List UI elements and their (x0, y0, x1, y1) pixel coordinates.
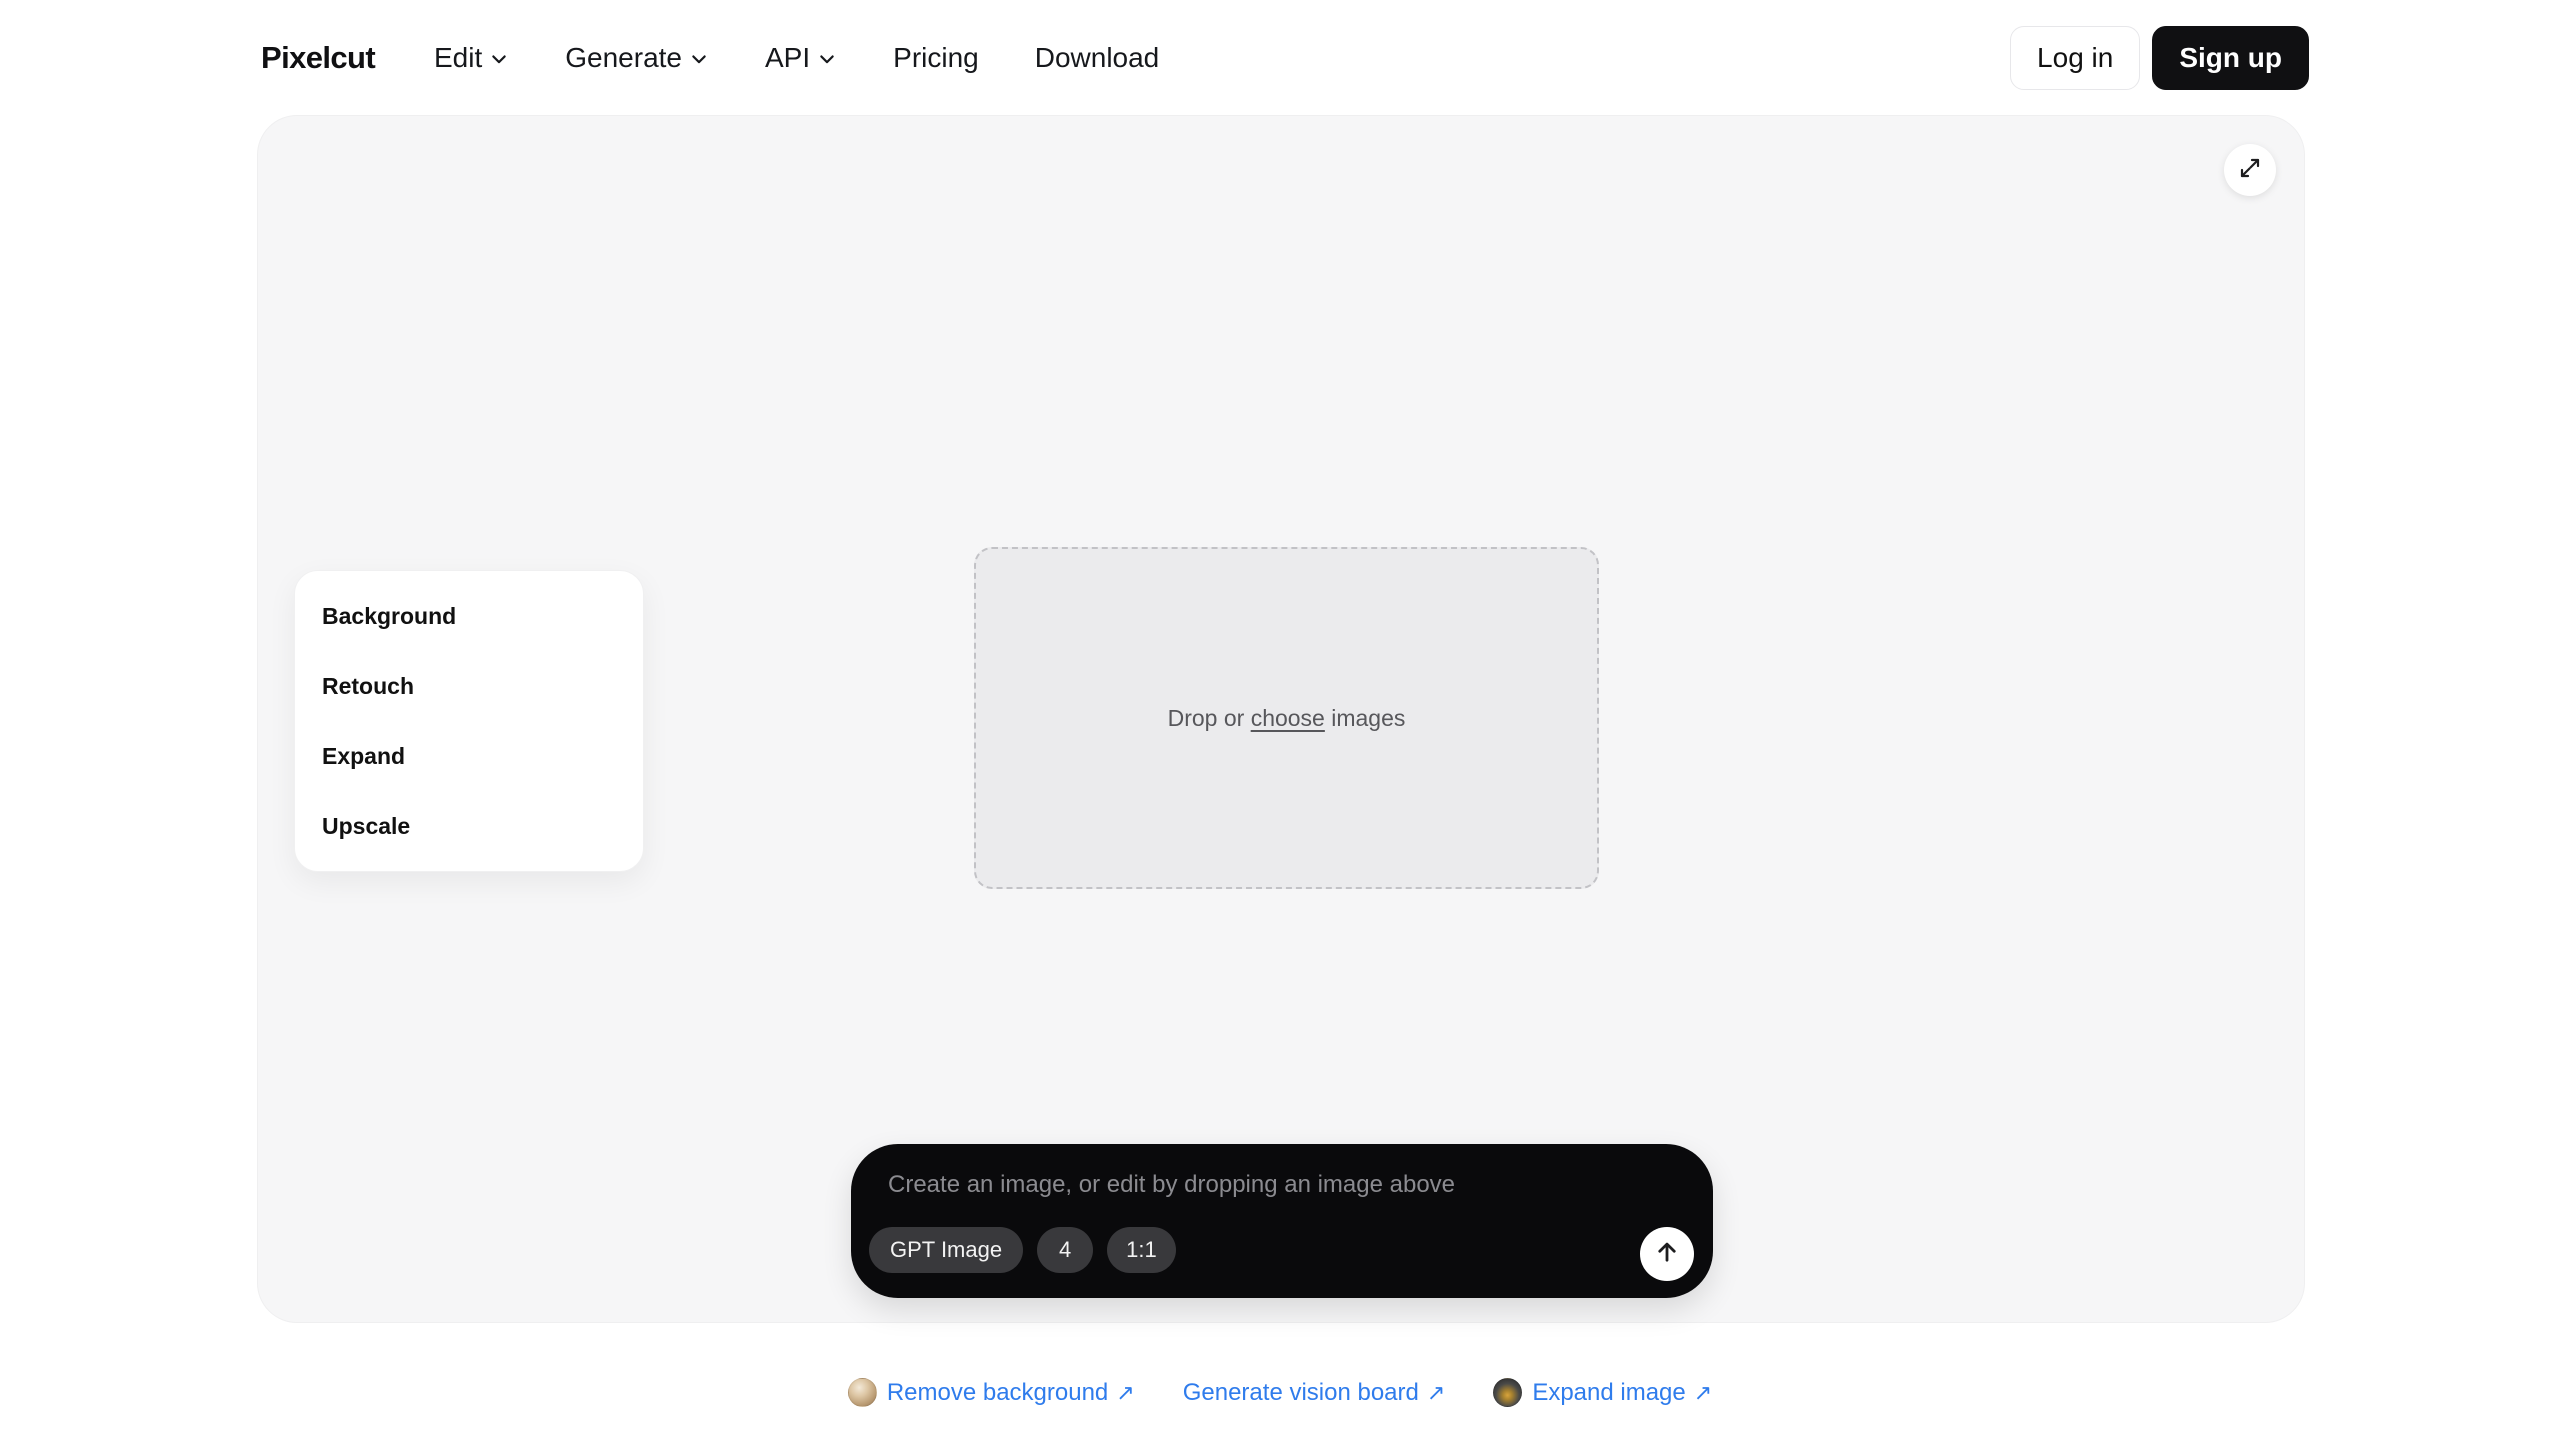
expand-image-link[interactable]: Expand image ↗ (1493, 1378, 1712, 1407)
nav-item-api[interactable]: API (765, 42, 837, 74)
dropzone-text: Drop or choose images (1168, 705, 1406, 732)
submit-prompt-button[interactable] (1640, 1227, 1694, 1281)
aspect-ratio-pill[interactable]: 1:1 (1107, 1227, 1176, 1273)
brand-logo[interactable]: Pixelcut (261, 0, 375, 115)
login-button[interactable]: Log in (2010, 26, 2140, 90)
external-link-arrow-icon: ↗ (1427, 1380, 1445, 1406)
dropzone-suffix: images (1325, 705, 1406, 731)
model-pill[interactable]: GPT Image (869, 1227, 1023, 1273)
editor-canvas: Background Retouch Expand Upscale Drop o… (257, 115, 2305, 1323)
tool-item-expand[interactable]: Expand (295, 721, 643, 791)
nav-item-label: Download (1035, 42, 1160, 74)
remove-background-link[interactable]: Remove background ↗ (848, 1378, 1135, 1407)
pixelcut-home: Pixelcut Edit Generate API (0, 0, 2560, 1440)
remove-background-thumbnail (848, 1378, 877, 1407)
prompt-input[interactable]: Create an image, or edit by dropping an … (888, 1171, 1455, 1199)
main-nav: Edit Generate API Pricing (434, 0, 1159, 115)
signup-button[interactable]: Sign up (2152, 26, 2309, 90)
fullscreen-button[interactable] (2224, 144, 2276, 196)
chevron-down-icon (817, 46, 837, 69)
chevron-down-icon (489, 46, 509, 69)
nav-item-label: Pricing (893, 42, 979, 74)
auth-buttons: Log in Sign up (2010, 0, 2309, 115)
choose-images-link[interactable]: choose (1251, 705, 1325, 731)
nav-item-pricing[interactable]: Pricing (893, 42, 979, 74)
nav-item-label: Edit (434, 42, 482, 74)
nav-item-edit[interactable]: Edit (434, 42, 509, 74)
header: Pixelcut Edit Generate API (0, 0, 2560, 115)
expand-image-thumbnail (1493, 1378, 1522, 1407)
dropzone-prefix: Drop or (1168, 705, 1251, 731)
nav-item-label: Generate (565, 42, 682, 74)
external-link-arrow-icon: ↗ (1694, 1380, 1712, 1406)
chevron-down-icon (689, 46, 709, 69)
nav-item-generate[interactable]: Generate (565, 42, 709, 74)
expand-icon (2238, 156, 2262, 185)
tool-item-upscale[interactable]: Upscale (295, 791, 643, 861)
nav-item-download[interactable]: Download (1035, 42, 1160, 74)
image-dropzone[interactable]: Drop or choose images (974, 547, 1599, 889)
tools-panel: Background Retouch Expand Upscale (294, 570, 644, 872)
prompt-bar: Create an image, or edit by dropping an … (851, 1144, 1713, 1298)
prompt-options: GPT Image 4 1:1 (869, 1227, 1176, 1273)
external-link-arrow-icon: ↗ (1116, 1380, 1134, 1406)
tool-item-retouch[interactable]: Retouch (295, 651, 643, 721)
nav-item-label: API (765, 42, 810, 74)
generate-vision-board-link[interactable]: Generate vision board ↗ (1183, 1379, 1446, 1407)
quick-links-row: Remove background ↗ Generate vision boar… (0, 1378, 2560, 1407)
quick-link-label: Expand image (1532, 1379, 1685, 1407)
image-count-pill[interactable]: 4 (1037, 1227, 1093, 1273)
quick-link-label: Generate vision board (1183, 1379, 1419, 1407)
tool-item-background[interactable]: Background (295, 581, 643, 651)
arrow-up-icon (1653, 1238, 1681, 1271)
quick-link-label: Remove background (887, 1379, 1108, 1407)
